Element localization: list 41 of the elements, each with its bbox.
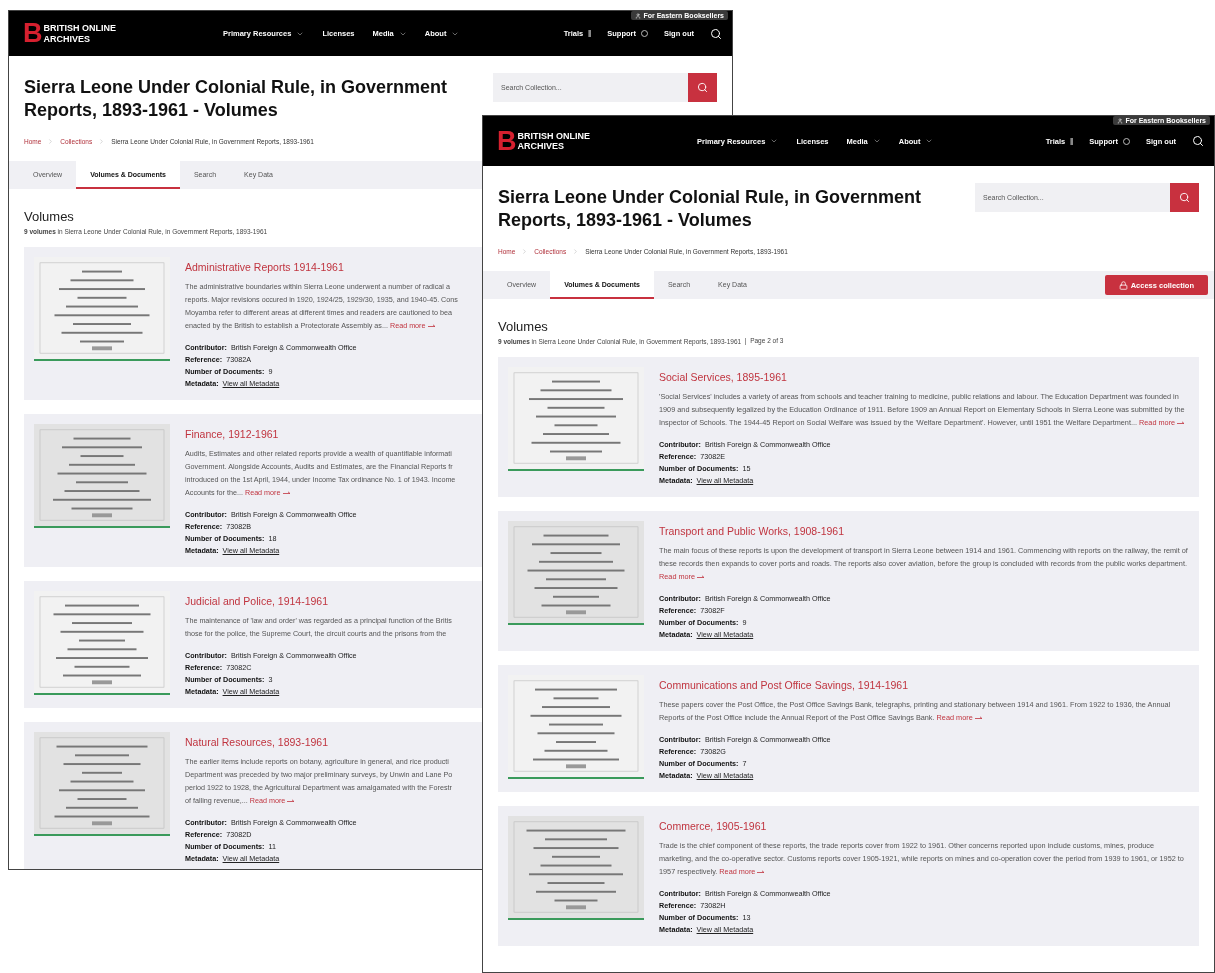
search-button[interactable]: [1170, 183, 1199, 212]
page-title: Sierra Leone Under Colonial Rule, in Government Reports, 1893-1961 - Volumes: [498, 186, 923, 233]
chevron-icon: [47, 138, 55, 146]
person-icon: [635, 12, 642, 19]
search-icon[interactable]: [710, 27, 722, 40]
arrow-icon: [1177, 420, 1186, 425]
search-button[interactable]: [688, 73, 717, 102]
search-icon[interactable]: [1192, 135, 1204, 147]
bar-icon: [588, 30, 592, 37]
search-icon: [697, 82, 708, 93]
search-icon: [1179, 192, 1190, 203]
caret-icon: [925, 137, 934, 145]
caret-icon: [770, 137, 779, 145]
arrow-icon: [427, 323, 436, 328]
arrow-icon: [697, 574, 706, 579]
volume-title[interactable]: Finance, 1912-1961: [185, 428, 279, 441]
person-icon: [1117, 117, 1124, 124]
logo-text[interactable]: BRITISH ONLINE ARCHIVES: [517, 130, 590, 152]
page-title: Sierra Leone Under Colonial Rule, in Government Reports, 1893-1961 - Volumes: [24, 76, 449, 123]
arrow-icon: [757, 869, 766, 874]
arrow-icon: [974, 715, 983, 720]
lock-icon: [1118, 280, 1128, 290]
chevron-icon: [572, 248, 580, 256]
arrow-icon: [287, 798, 296, 803]
logo-mark[interactable]: B: [497, 127, 517, 155]
caret-icon: [872, 137, 881, 145]
volume-title[interactable]: Transport and Public Works, 1908-1961: [659, 525, 845, 538]
volume-title[interactable]: Administrative Reports 1914-1961: [185, 261, 344, 274]
logo-mark[interactable]: B: [23, 20, 43, 47]
chevron-icon: [521, 248, 529, 256]
logo-text[interactable]: BRITISH ONLINE ARCHIVES: [43, 23, 116, 44]
bar-icon: [1070, 137, 1074, 145]
volume-title[interactable]: Judicial and Police, 1914-1961: [185, 595, 329, 608]
volume-title[interactable]: Natural Resources, 1893-1961: [185, 736, 328, 749]
section-heading: Volumes: [498, 319, 548, 335]
section-heading: Volumes: [24, 209, 74, 225]
chevron-icon: [98, 138, 106, 146]
arrow-icon: [282, 490, 291, 495]
volume-title[interactable]: Social Services, 1895-1961: [659, 371, 787, 384]
volume-title[interactable]: Commerce, 1905-1961: [659, 820, 767, 833]
volume-title[interactable]: Communications and Post Office Savings, 1914-1961: [659, 679, 909, 692]
